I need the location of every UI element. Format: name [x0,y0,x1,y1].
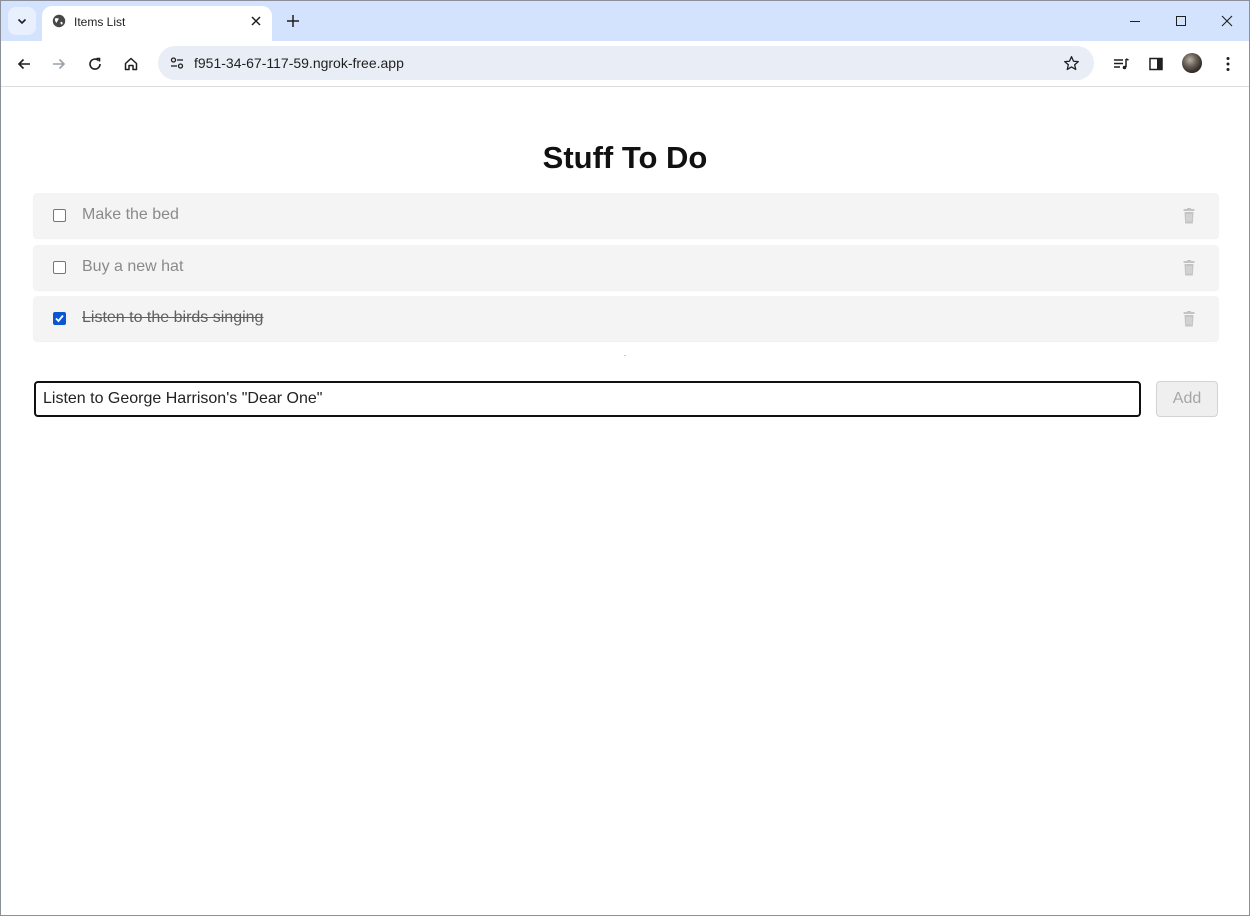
tab-title: Items List [74,15,126,29]
todo-item: Buy a new hat [33,245,1219,290]
new-tab-button[interactable] [281,9,305,33]
add-button[interactable]: Add [1156,381,1218,417]
forward-button[interactable] [45,50,73,78]
browser-toolbar: f951-34-67-117-59.ngrok-free.app [1,41,1249,87]
page-title: Stuff To Do [542,140,708,175]
arrow-left-icon [17,58,30,70]
minimize-icon [1130,21,1140,22]
close-icon [251,16,261,26]
minimize-button[interactable] [1115,7,1155,35]
side-panel-icon [1149,57,1163,71]
close-icon [1221,15,1233,27]
tab-close-button[interactable] [246,11,266,31]
item-checkbox[interactable] [53,312,66,325]
page-content: Stuff To Do Make the bed Buy a new hat L… [1,88,1249,915]
trash-icon[interactable] [1183,311,1195,327]
tab-search-button[interactable] [8,7,36,35]
side-panel-button[interactable] [1142,50,1170,78]
maximize-button[interactable] [1161,7,1201,35]
item-checkbox[interactable] [53,209,66,222]
close-window-button[interactable] [1207,7,1247,35]
item-label: Buy a new hat [82,258,184,275]
home-icon [124,57,138,71]
plus-icon [287,15,299,27]
new-item-input[interactable] [34,381,1141,417]
bookmark-button[interactable] [1060,52,1082,74]
globe-icon [52,14,66,28]
chevron-down-icon [17,18,27,25]
home-button[interactable] [117,50,145,78]
item-label: Listen to the birds singing [82,309,264,326]
browser-menu-button[interactable] [1214,50,1242,78]
browser-window: Items List f951-34-67-117-59.ngrok-free.… [0,0,1250,916]
reload-icon [89,57,101,70]
star-icon [1063,55,1079,70]
tab-items-list[interactable]: Items List [42,6,272,41]
item-checkbox[interactable] [53,261,66,274]
tune-icon [170,57,184,69]
item-label: Make the bed [82,206,179,223]
trash-icon[interactable] [1183,208,1195,224]
site-info-button[interactable] [164,50,190,76]
back-button[interactable] [10,50,38,78]
todo-item: Make the bed [33,193,1219,238]
address-bar[interactable]: f951-34-67-117-59.ngrok-free.app [158,46,1094,80]
reload-button[interactable] [81,50,109,78]
todo-item: Listen to the birds singing [33,296,1219,341]
media-controls-button[interactable] [1107,50,1135,78]
tab-strip: Items List [1,1,1249,41]
kebab-menu-icon [1226,57,1230,71]
divider-dot [624,355,626,356]
maximize-icon [1176,16,1186,26]
arrow-right-icon [53,58,66,70]
media-queue-icon [1114,58,1129,70]
url-text[interactable]: f951-34-67-117-59.ngrok-free.app [194,55,404,71]
profile-avatar[interactable] [1182,53,1202,73]
trash-icon[interactable] [1183,260,1195,276]
